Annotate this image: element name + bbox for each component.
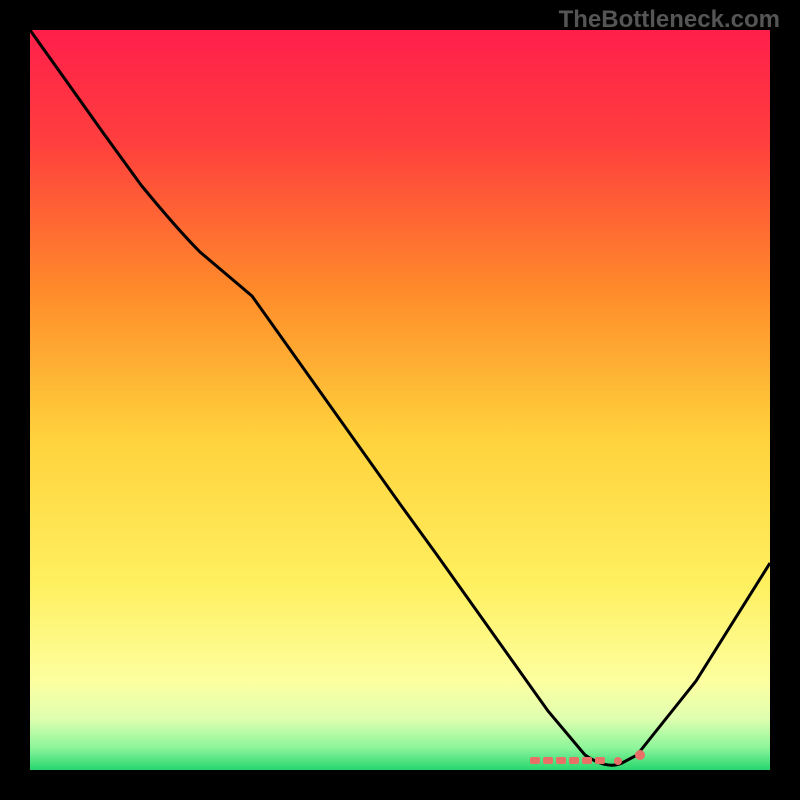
valley-markers [530,750,645,765]
watermark-text: TheBottleneck.com [559,6,780,34]
chart-curve-layer [30,30,770,770]
plot-area [30,30,770,770]
chart-container: TheBottleneck.com [0,0,800,800]
bottleneck-curve [30,30,770,765]
